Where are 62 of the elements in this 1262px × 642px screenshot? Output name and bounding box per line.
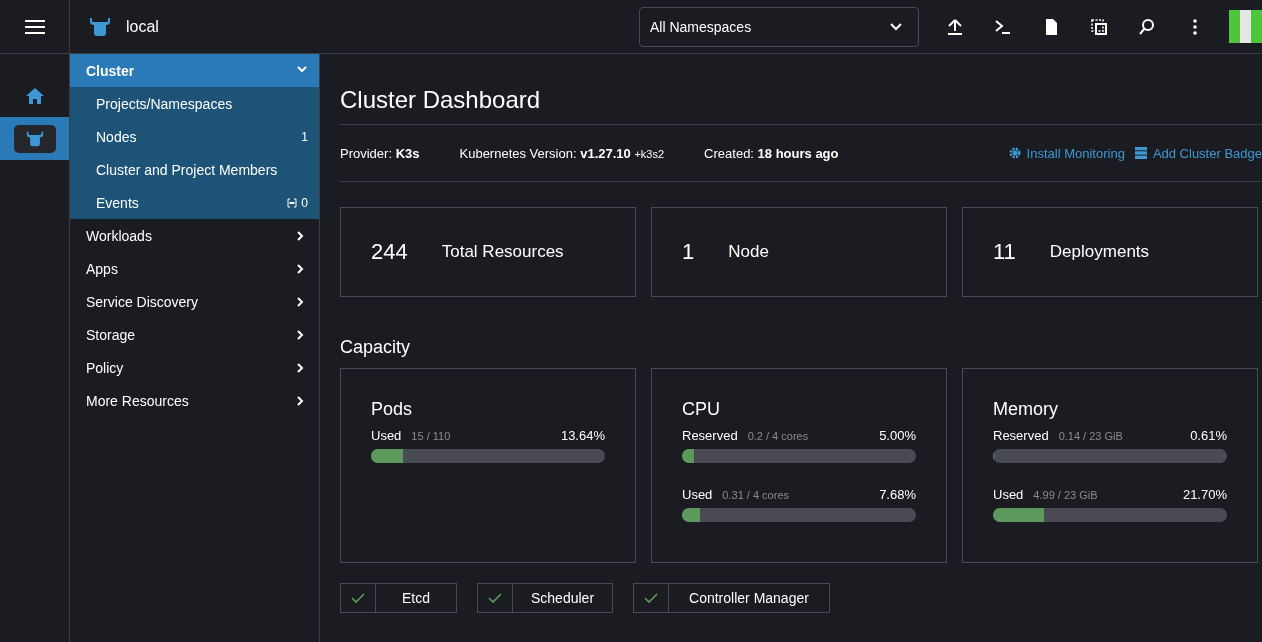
card-title: Pods: [371, 399, 414, 420]
component-status: Etcd: [340, 583, 457, 613]
copy-icon[interactable]: [1090, 17, 1108, 36]
cluster-name: local: [126, 17, 159, 36]
meter-detail: 15 / 110: [411, 430, 451, 442]
count-label: Node: [728, 242, 769, 262]
nav-group[interactable]: Service Discovery: [70, 285, 319, 318]
count-label: Total Resources: [441, 242, 564, 262]
terminal-icon[interactable]: [994, 17, 1012, 36]
info-text: Created: 18 hours ago: [704, 145, 839, 161]
nav-group[interactable]: Cluster: [70, 54, 319, 87]
item-count: 1: [301, 129, 308, 144]
component-status: Controller Manager: [633, 583, 830, 613]
component-status: Scheduler: [477, 583, 614, 613]
count-label: Deployments: [1049, 242, 1150, 262]
bracket-icon: [287, 197, 298, 208]
nav-group[interactable]: Workloads: [70, 219, 319, 252]
nav-item[interactable]: Cluster and Project Members: [96, 161, 278, 178]
item-count: 0: [301, 195, 308, 210]
meter-label: Reserved: [993, 428, 1049, 443]
rail-item[interactable]: [0, 117, 69, 160]
home-icon: [24, 86, 45, 105]
count-value: 11: [993, 239, 1016, 265]
info-text: Provider: K3s: [340, 145, 420, 161]
meter-label: Used: [371, 428, 402, 443]
namespace-select[interactable]: All Namespaces: [639, 6, 919, 47]
meter-reading: 5.00%: [879, 428, 916, 443]
card-title: Memory: [993, 399, 1059, 420]
search-icon[interactable]: [1138, 17, 1156, 36]
meter-detail: 0.31 / 4 cores: [722, 489, 789, 501]
info-text: Kubernetes Version: v1.27.10 +k3s2: [459, 145, 665, 161]
section-title: Capacity: [340, 337, 412, 358]
action-link[interactable]: Add Cluster Badge: [1152, 145, 1262, 161]
upload-icon[interactable]: [946, 17, 964, 36]
action-link[interactable]: Install Monitoring: [1026, 145, 1125, 161]
count-value: 244: [371, 239, 408, 265]
bull-logo-icon: [24, 129, 45, 148]
nav-group[interactable]: Storage: [70, 318, 319, 351]
meter-label: Reserved: [682, 428, 738, 443]
nav-group[interactable]: More Resources: [70, 384, 319, 417]
nav-item[interactable]: Projects/Namespaces: [96, 95, 233, 112]
meter-reading: 13.64%: [560, 428, 605, 443]
meter-detail: 4.99 / 23 GiB: [1033, 489, 1098, 501]
bull-logo-icon: [88, 15, 112, 38]
meter-detail: 0.14 / 23 GiB: [1058, 430, 1123, 442]
meter-label: Used: [682, 487, 713, 502]
chevron-down-icon: [890, 22, 902, 31]
page-title: Cluster Dashboard: [340, 54, 1262, 125]
nav-group[interactable]: Apps: [70, 252, 319, 285]
meter-label: Used: [993, 487, 1024, 502]
card-title: CPU: [682, 399, 721, 420]
meter-detail: 0.2 / 4 cores: [747, 430, 809, 442]
menu-icon[interactable]: [24, 19, 45, 34]
meter-reading: 0.61%: [1190, 428, 1227, 443]
list-icon[interactable]: [1134, 147, 1147, 159]
nav-item[interactable]: Events: [96, 194, 139, 211]
gear-icon[interactable]: [1008, 147, 1021, 159]
nav-group[interactable]: Policy: [70, 351, 319, 384]
meter-reading: 21.70%: [1182, 487, 1227, 502]
count-value: 1: [682, 239, 695, 265]
nav-item[interactable]: Nodes: [96, 128, 137, 145]
meter-reading: 7.68%: [879, 487, 916, 502]
